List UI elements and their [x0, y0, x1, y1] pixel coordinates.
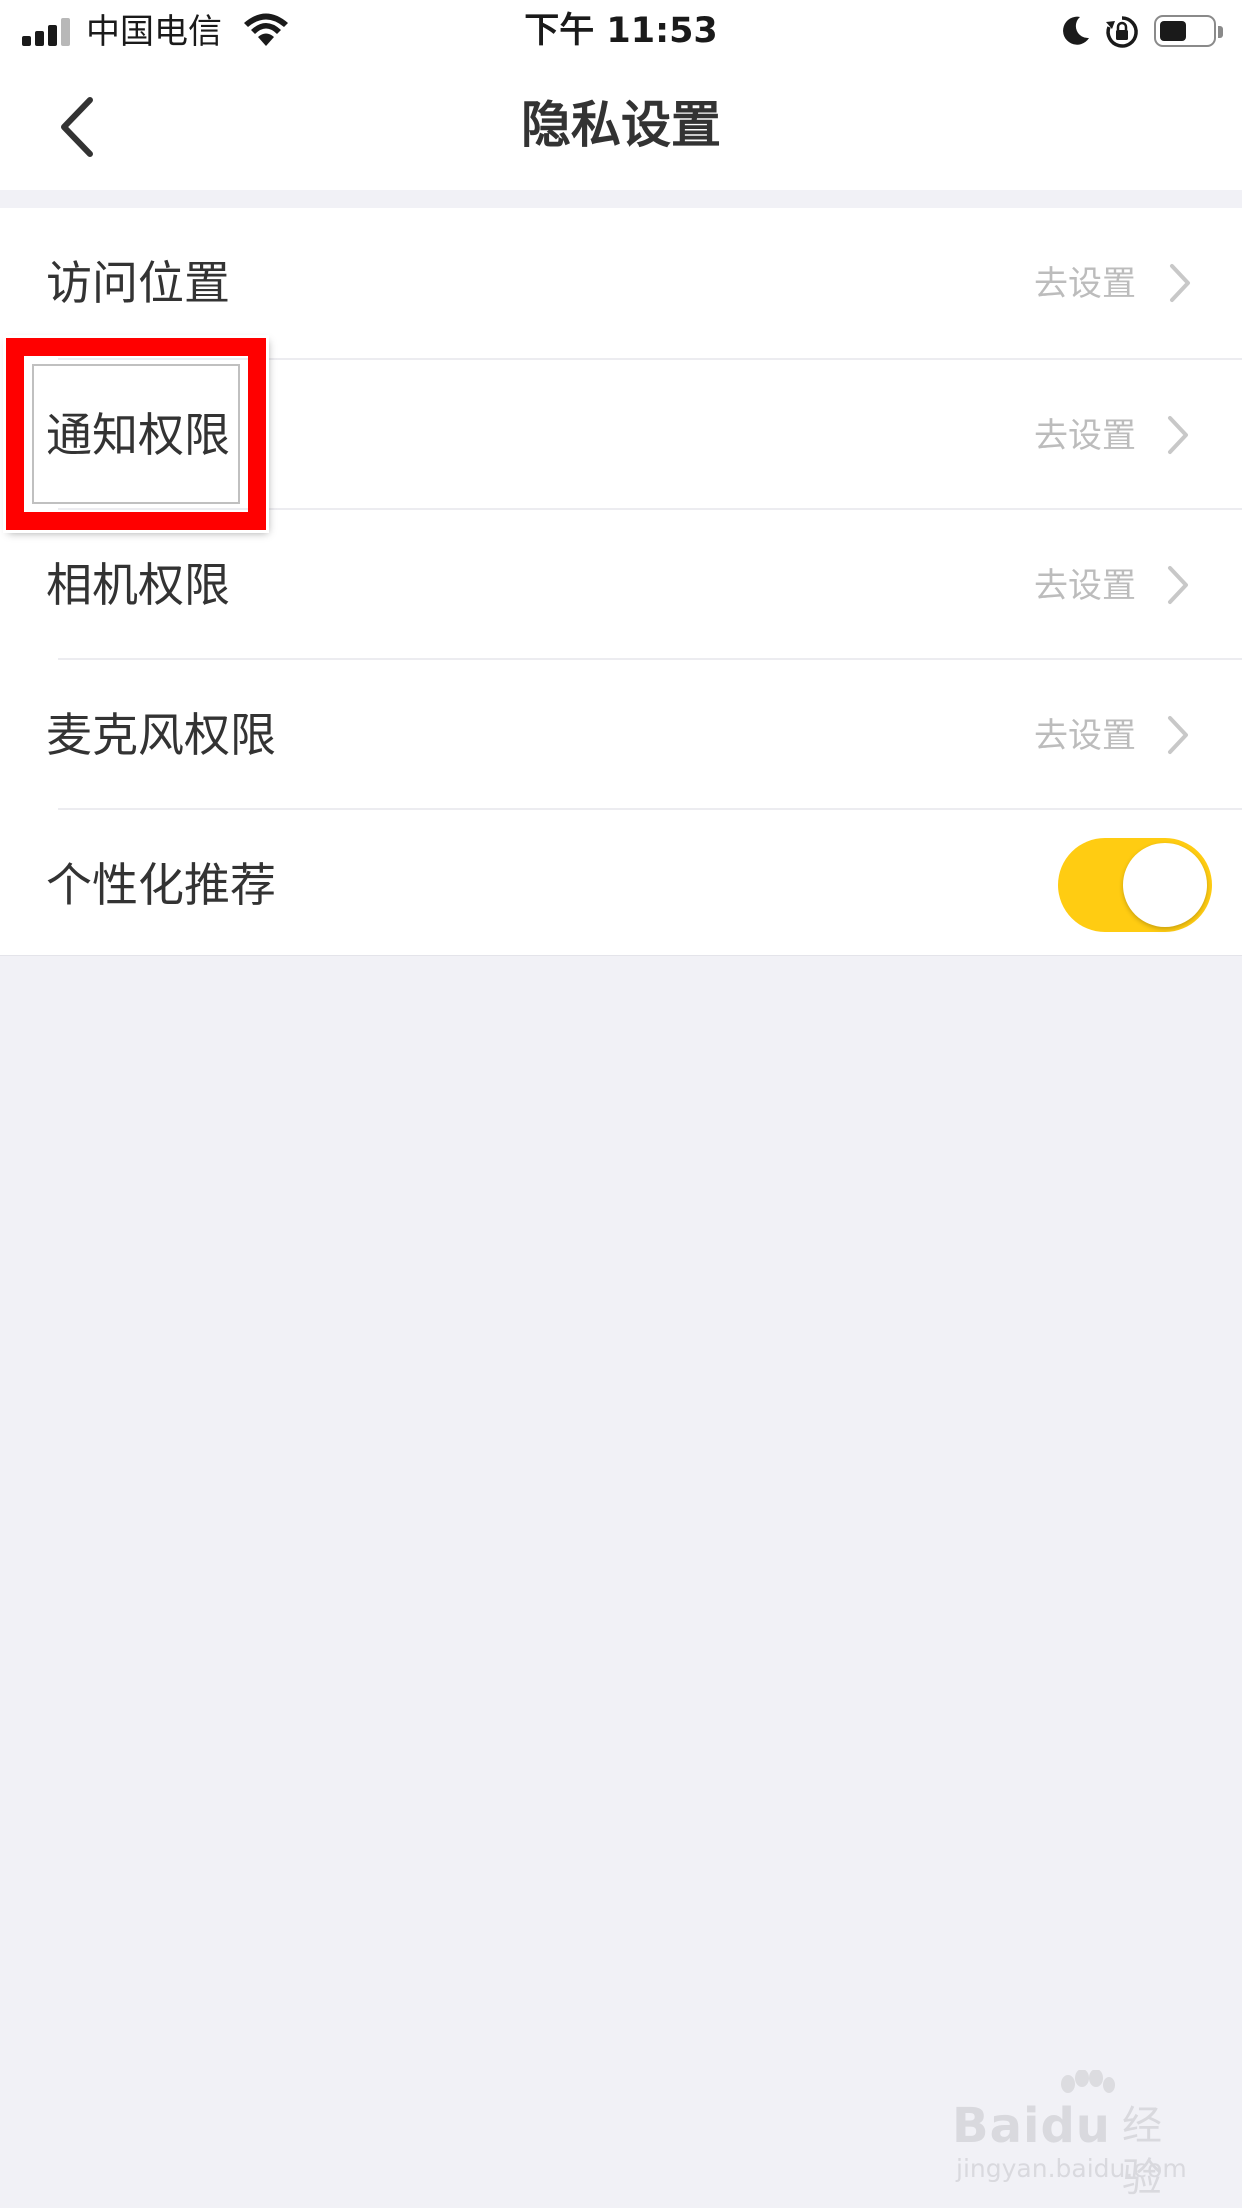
status-time: 下午 11:53 — [524, 11, 718, 51]
rotation-lock-icon — [1106, 16, 1138, 48]
row-action-text: 去设置 — [1034, 264, 1136, 304]
settings-row-notifications[interactable]: 通知权限 去设置 — [46, 358, 1242, 508]
chevron-right-icon — [1168, 716, 1188, 754]
row-label: 相机权限 — [46, 558, 230, 612]
watermark: Baidu 经验 jingyan.baidu.com — [952, 2070, 1192, 2201]
page-title: 隐私设置 — [521, 96, 721, 154]
toggle-knob — [1123, 843, 1207, 927]
row-label: 麦克风权限 — [46, 708, 276, 762]
row-label: 通知权限 — [46, 408, 230, 462]
status-bar: 中国电信 下午 11:53 — [0, 0, 1242, 64]
watermark-brand: Baidu — [952, 2098, 1111, 2154]
settings-row-location[interactable]: 访问位置 去设置 — [0, 208, 1242, 358]
navigation-bar: 隐私设置 — [0, 64, 1242, 190]
chevron-right-icon — [1168, 566, 1188, 604]
row-action-text: 去设置 — [1034, 566, 1136, 606]
settings-row-personalized-recommendation: 个性化推荐 — [46, 808, 1242, 958]
chevron-right-icon — [1170, 264, 1190, 302]
row-action-text: 去设置 — [1034, 716, 1136, 756]
settings-row-microphone[interactable]: 麦克风权限 去设置 — [46, 658, 1242, 808]
personalized-recommendation-toggle[interactable] — [1058, 838, 1212, 932]
settings-row-camera[interactable]: 相机权限 去设置 — [46, 508, 1242, 658]
watermark-product: 经验 — [1122, 2103, 1162, 2201]
watermark-url: jingyan.baidu.com — [956, 2154, 1187, 2183]
moon-icon — [1063, 16, 1089, 45]
battery-icon — [1154, 15, 1223, 47]
privacy-settings-list: 访问位置 去设置 通知权限 去设置 相机权限 去设置 麦克风权限 去设置 个性化… — [0, 208, 1242, 956]
chevron-right-icon — [1168, 416, 1188, 454]
row-action-text: 去设置 — [1034, 416, 1136, 456]
row-label: 个性化推荐 — [46, 858, 276, 912]
row-label: 访问位置 — [46, 256, 230, 310]
